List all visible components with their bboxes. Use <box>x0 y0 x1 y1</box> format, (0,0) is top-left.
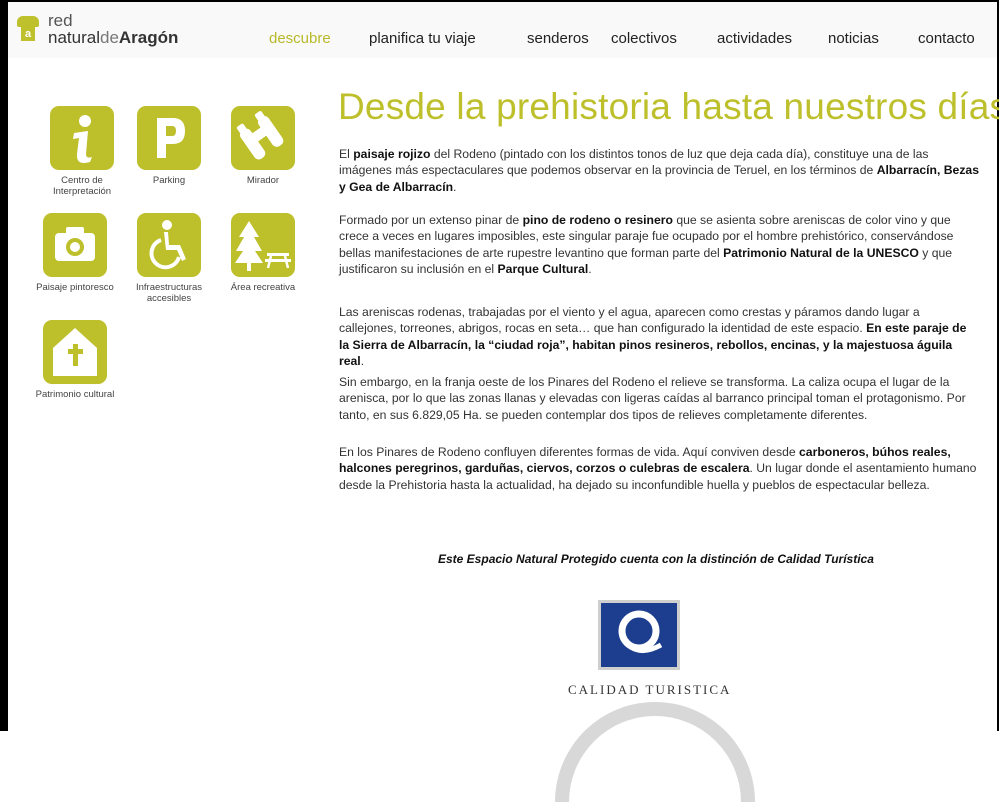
nav-item-colectivos[interactable]: colectivos <box>611 30 677 47</box>
paragraph-5: En los Pinares de Rodeno confluyen difer… <box>339 445 977 492</box>
service-label: Parking <box>152 175 186 186</box>
service-label: Paisaje pintoresco <box>36 282 114 293</box>
tree-picnic-icon <box>231 213 295 277</box>
service-label: Patrimonio cultural <box>35 389 115 400</box>
page-title: Desde la prehistoria hasta nuestros días <box>338 86 999 127</box>
service-paisaje-pintoresco[interactable]: Paisaje pintoresco <box>30 213 120 293</box>
service-centro-interpretacion[interactable]: Centro de Interpretación <box>37 106 127 197</box>
binoculars-icon <box>231 106 295 170</box>
service-label: Centro de Interpretación <box>52 175 112 197</box>
quality-distinction-note: Este Espacio Natural Protegido cuenta co… <box>438 552 874 566</box>
service-label: Mirador <box>246 175 280 186</box>
logo-de: de <box>99 28 119 47</box>
wheelchair-icon <box>137 213 201 277</box>
nav-item-descubre[interactable]: descubre <box>269 30 331 47</box>
calidad-turistica-q-icon[interactable] <box>598 600 680 670</box>
paragraph-3: Las areniscas rodenas, trabajadas por el… <box>339 305 967 369</box>
service-mirador[interactable]: Mirador <box>218 106 308 186</box>
service-infraestructuras-accesibles[interactable]: Infraestructuras accesibles <box>124 213 214 304</box>
service-area-recreativa[interactable]: Área recreativa <box>218 213 308 293</box>
nav-item-contacto[interactable]: contacto <box>918 30 975 47</box>
parking-icon <box>137 106 201 170</box>
logo-badge: a <box>21 27 35 41</box>
decorative-arc <box>555 702 755 802</box>
tree-leaf-icon <box>17 16 39 27</box>
nav-item-planifica[interactable]: planifica tu viaje <box>369 30 476 47</box>
window-left-border <box>0 0 8 731</box>
service-label: Área recreativa <box>230 282 296 293</box>
nav-item-actividades[interactable]: actividades <box>717 30 792 47</box>
logo-mark-icon[interactable]: a <box>17 16 39 41</box>
nav-item-senderos[interactable]: senderos <box>527 30 589 47</box>
service-patrimonio-cultural[interactable]: Patrimonio cultural <box>30 320 120 400</box>
paragraph-1: El paisaje rojizo del Rodeno (pintado co… <box>339 147 979 194</box>
quality-caption: CALIDAD TURISTICA <box>568 682 732 697</box>
church-icon <box>43 320 107 384</box>
service-parking[interactable]: Parking <box>124 106 214 186</box>
logo-aragon: Aragón <box>118 28 179 47</box>
site-header: a red naturaldeAragón descubre planifica… <box>8 2 997 58</box>
logo-natural: natural <box>48 28 100 47</box>
logo-text-bottom[interactable]: naturaldeAragón <box>48 28 178 48</box>
paragraph-4: Sin embargo, en la franja oeste de los P… <box>339 375 966 422</box>
camera-icon <box>43 213 107 277</box>
service-label: Infraestructuras accesibles <box>136 282 202 304</box>
paragraph-2: Formado por un extenso pinar de pino de … <box>339 213 954 277</box>
logo-text-top[interactable]: red <box>48 12 73 29</box>
nav-item-noticias[interactable]: noticias <box>828 30 879 47</box>
info-icon <box>50 106 114 170</box>
